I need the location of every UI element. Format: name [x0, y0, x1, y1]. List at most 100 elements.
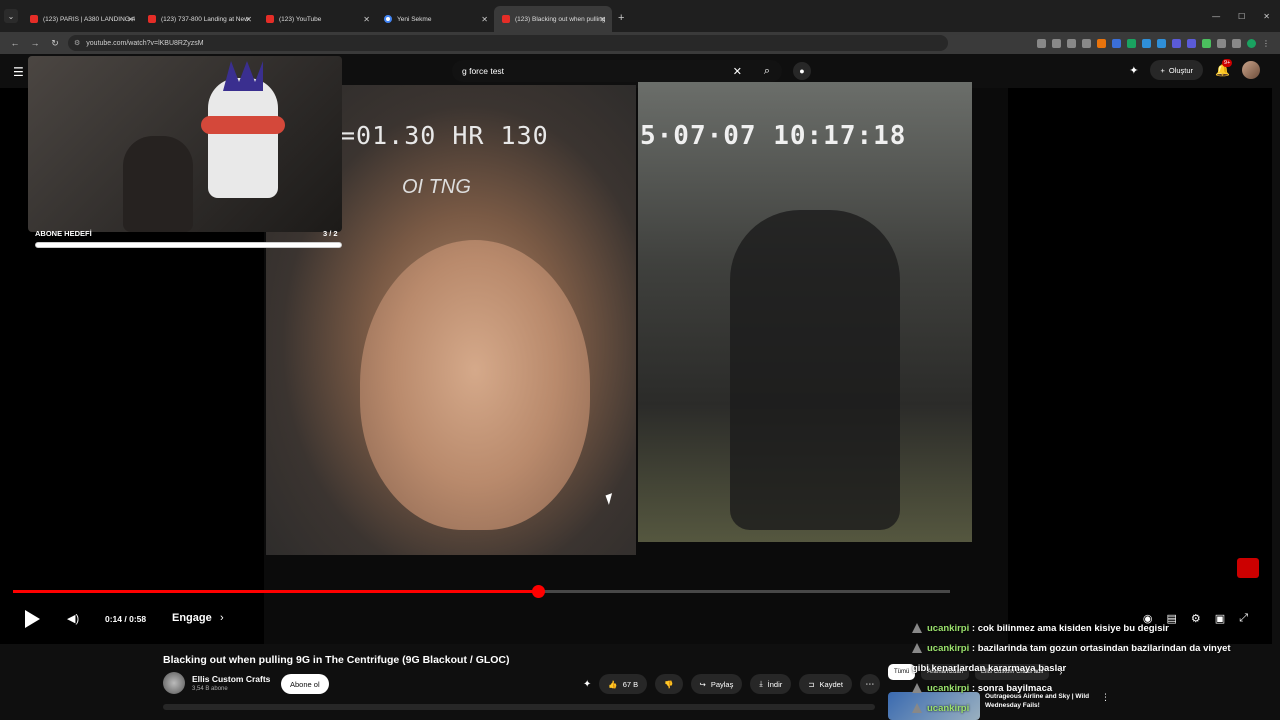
channel-avatar[interactable]: [163, 672, 185, 694]
chat-user: ucankirpi: [927, 683, 970, 694]
extension-icon[interactable]: [1112, 38, 1121, 48]
new-tab-button[interactable]: +: [618, 12, 624, 24]
chat-message: gibi kenarlardan kararmaya baslar: [912, 659, 1272, 679]
extension-icon[interactable]: [1202, 38, 1211, 48]
sparkle-icon[interactable]: ✦: [583, 679, 591, 690]
mascot-figure: [208, 78, 278, 198]
video-person: [730, 210, 900, 530]
close-icon[interactable]: ✕: [481, 15, 488, 24]
close-icon[interactable]: ✕: [363, 15, 370, 24]
more-options-icon[interactable]: ⋯: [859, 674, 880, 694]
create-label: Oluştur: [1168, 65, 1194, 75]
user-badge-icon: [912, 683, 922, 693]
save-label: Kaydet: [819, 679, 843, 689]
eye-off-icon[interactable]: [1067, 38, 1076, 48]
zoom-icon[interactable]: [1052, 38, 1061, 48]
browser-tab-bar: ⌄ (123) PARIS | A380 LANDING 4K ✕ (123) 7…: [0, 0, 1280, 32]
extension-icon[interactable]: [1097, 38, 1106, 48]
tab-search-icon[interactable]: ⌄: [4, 9, 18, 23]
mascot-goggles: [201, 116, 285, 134]
dislike-button[interactable]: 👎: [655, 674, 683, 694]
chat-text: : sonra bayilmaca: [971, 683, 1053, 694]
chat-message: ucankirpi : cok bilinmez ama kisiden kis…: [912, 619, 1272, 639]
extension-icon[interactable]: [1172, 38, 1181, 48]
close-icon[interactable]: ✕: [599, 15, 606, 24]
user-badge-icon: [912, 643, 922, 653]
close-icon[interactable]: ✕: [245, 15, 252, 24]
download-button[interactable]: ⤓ İndir: [750, 674, 792, 694]
reload-icon[interactable]: ↻: [50, 38, 60, 49]
tab-label: (123) YouTube: [279, 15, 322, 23]
tab-label: (123) Blacking out when pulling: [515, 15, 606, 23]
video-osd-right: 5·07·07 10:17:18: [640, 121, 907, 151]
chevron-right-icon[interactable]: ›: [220, 612, 224, 624]
reading-list-icon[interactable]: [1232, 38, 1241, 48]
chapter-title[interactable]: Engage: [172, 612, 212, 624]
site-info-icon[interactable]: ⚙: [74, 39, 80, 47]
search-input[interactable]: g force test ✕ ⌕: [452, 60, 782, 82]
play-icon[interactable]: [25, 610, 40, 628]
mascot-hair: [223, 61, 263, 91]
share-label: Paylaş: [710, 679, 734, 689]
minimize-icon[interactable]: —: [1212, 12, 1220, 21]
url-field[interactable]: ⚙ youtube.com/watch?v=lKBU8RZyzsM: [68, 35, 948, 51]
forward-icon[interactable]: →: [30, 38, 40, 48]
menu-dots-icon[interactable]: ⋮: [1262, 39, 1270, 48]
channel-name[interactable]: Ellis Custom Crafts: [192, 674, 270, 684]
menu-icon[interactable]: ☰: [13, 65, 24, 79]
youtube-icon: [148, 15, 156, 23]
extension-bar: ⋮: [1037, 32, 1270, 54]
like-button[interactable]: 👍 67 B: [599, 674, 648, 694]
progress-fill: [13, 590, 538, 593]
youtube-icon: [502, 15, 510, 23]
extension-icon[interactable]: [1127, 38, 1136, 48]
description-bar[interactable]: [163, 704, 875, 710]
chat-user: ucankirpi: [927, 623, 970, 634]
maximize-icon[interactable]: ☐: [1238, 12, 1245, 21]
chat-user: ucankirpi: [927, 643, 970, 654]
progress-bar[interactable]: [13, 585, 950, 598]
browser-tab[interactable]: (123) 737-800 Landing at New ✕: [140, 6, 258, 32]
chat-message: ucankirpi: [912, 699, 1272, 719]
subscribe-watermark[interactable]: [1237, 558, 1259, 578]
share-button[interactable]: ↪ Paylaş: [690, 674, 743, 694]
video-actions: ✦ 👍 67 B 👎 ↪ Paylaş ⤓ İndir ⊐ Kaydet ⋯: [583, 674, 880, 694]
save-button[interactable]: ⊐ Kaydet: [799, 674, 852, 694]
browser-tab[interactable]: Yeni Sekme ✕: [376, 6, 494, 32]
scrubber-handle[interactable]: [531, 585, 545, 598]
close-icon[interactable]: ✕: [127, 15, 134, 24]
extensions-puzzle-icon[interactable]: [1217, 38, 1226, 48]
header-actions: ✦ + Oluştur 🔔 9+: [1129, 59, 1260, 80]
create-button[interactable]: + Oluştur: [1150, 60, 1204, 80]
subscriber-count: 3,54 B abone: [192, 686, 228, 692]
browser-tab[interactable]: (123) YouTube ✕: [258, 6, 376, 32]
search-icon[interactable]: ⌕: [764, 65, 770, 78]
close-window-icon[interactable]: ✕: [1263, 12, 1270, 21]
chat-message: ucankirpi : sonra bayilmaca: [912, 679, 1272, 699]
video-face: [360, 240, 590, 530]
browser-tab-active[interactable]: (123) Blacking out when pulling ✕: [494, 6, 612, 32]
like-count: 67 B: [622, 679, 639, 689]
avatar[interactable]: [1242, 61, 1260, 79]
extension-icon[interactable]: [1187, 38, 1196, 48]
extension-icon[interactable]: [1142, 38, 1151, 48]
notifications-icon[interactable]: 🔔 9+: [1215, 59, 1233, 77]
streamer-figure: [123, 136, 193, 232]
video-title: Blacking out when pulling 9G in The Cent…: [163, 654, 510, 666]
chat-text: gibi kenarlardan kararmaya baslar: [912, 663, 1067, 674]
subscriber-goal-label: ABONE HEDEFİ: [35, 229, 92, 238]
cast-icon[interactable]: [1037, 38, 1046, 48]
profile-icon[interactable]: [1247, 38, 1256, 48]
video-osd-left: =01.30 HR 130: [340, 121, 549, 150]
volume-icon[interactable]: ◀): [67, 612, 79, 625]
star-icon[interactable]: [1082, 38, 1091, 48]
clear-icon[interactable]: ✕: [733, 65, 742, 78]
subscribe-button[interactable]: Abone ol: [281, 674, 329, 694]
back-icon[interactable]: ←: [10, 38, 20, 48]
browser-tab[interactable]: (123) PARIS | A380 LANDING 4K ✕: [22, 6, 140, 32]
window-controls: — ☐ ✕: [1212, 0, 1280, 32]
extension-icon[interactable]: [1157, 38, 1166, 48]
microphone-icon[interactable]: ●: [793, 62, 811, 80]
sparkle-icon[interactable]: ✦: [1129, 64, 1138, 77]
address-bar: ← → ↻ ⚙ youtube.com/watch?v=lKBU8RZyzsM …: [0, 32, 1280, 54]
